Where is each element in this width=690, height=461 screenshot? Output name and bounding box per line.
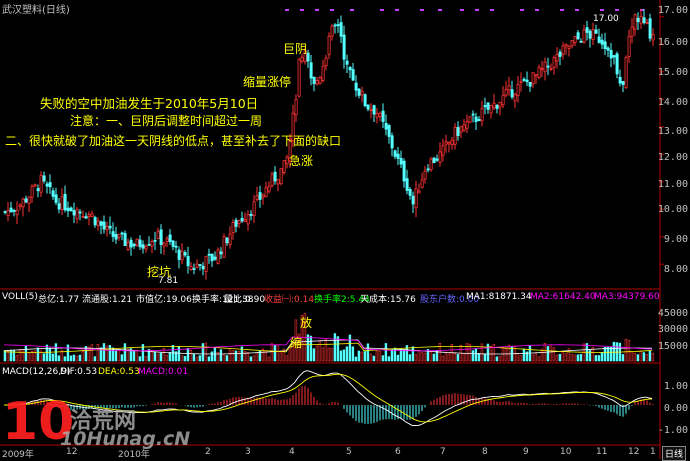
x-label-8: 8 — [482, 447, 488, 457]
macd-header: MACD(12,26,9) DIF:0.53 DEA:0.53 MACD:0.0… — [2, 367, 657, 379]
vol-ma1: MA1:81871.34 — [466, 292, 532, 302]
x-label-6: 6 — [395, 447, 401, 457]
macd-dif: DIF:0.53 — [60, 367, 98, 377]
vol-cost: 天成本:15.76 — [360, 295, 416, 305]
vol-ma2: MA2:61642.40 — [530, 292, 596, 302]
main-candle-chart — [0, 0, 664, 459]
watermark-url: 10Hunag.cN — [60, 428, 191, 450]
vol-tick-15000: 15000 — [657, 341, 688, 352]
y-tick-17: 17.00 — [657, 5, 688, 16]
vol-tick-45000: 45000 — [657, 308, 688, 319]
y-tick-12: 12.00 — [657, 152, 688, 163]
vol-mcap: 市值亿:19.06 — [136, 295, 192, 305]
note-title: 失败的空中加油发生于2010年5月10日 — [40, 96, 259, 111]
annot-dig-pit: 挖坑 — [147, 265, 172, 279]
vol-ma3: MA3:94379.60 — [594, 292, 660, 302]
x-label-1: 1 — [650, 447, 656, 457]
y-tick-13: 13.00 — [657, 126, 688, 137]
vol-label-shrink: 缩 — [290, 336, 303, 350]
y-tick-9: 9.00 — [663, 234, 688, 245]
x-label-3: 3 — [245, 447, 251, 457]
x-label-10: 10 — [560, 447, 572, 457]
x-label-7: 7 — [440, 447, 446, 457]
vol-indicator-name: VOLL(5) — [2, 292, 38, 302]
y-tick-14: 14.00 — [657, 97, 688, 108]
note-line-2: 二、很快就破了加油这一天阴线的低点，甚至补去了下面的缺口 — [5, 134, 342, 148]
macd-value: MACD:0.01 — [138, 367, 189, 377]
y-tick-15: 15.00 — [657, 67, 688, 78]
vol-ratio: 量比:0.90 — [224, 295, 266, 305]
vol-total: 总亿:1.77 — [38, 295, 80, 305]
macd-tick-0: 0.00 — [663, 403, 688, 414]
vol-float: 流通股:1.21 — [82, 295, 133, 305]
y-tick-16: 16.00 — [657, 37, 688, 48]
volume-header: VOLL(5) 总亿:1.77 流通股:1.21 市值亿:19.06 换手率:1… — [2, 292, 660, 305]
y-tick-11: 11.00 — [657, 179, 688, 190]
x-label-2: 2 — [205, 447, 211, 457]
annot-shrink-rise: 缩量涨停 — [243, 75, 292, 89]
macd-tick-1: 1.00 — [663, 381, 688, 392]
high-price-label: 17.00 — [593, 14, 619, 24]
x-label-11: 11 — [596, 447, 608, 457]
macd-tick-neg1: -1.00 — [657, 425, 688, 436]
y-tick-10: 10.00 — [657, 204, 688, 215]
vol-tick-30000: 30000 — [657, 324, 688, 335]
note-line-1: 注意：一、巨阴后调整时间超过一周 — [70, 114, 263, 128]
y-tick-8: 8.00 — [663, 264, 688, 275]
vol-yield: 收益㈠:0.14 — [264, 295, 315, 305]
vol-label-release: 放 — [300, 316, 313, 330]
x-label-12b: 12 — [628, 447, 640, 457]
x-label-9: 9 — [523, 447, 529, 457]
annot-big-bear: 巨阴 — [283, 42, 308, 56]
annot-surge: 急涨 — [289, 154, 314, 168]
macd-dea: DEA:0.53 — [98, 367, 140, 377]
x-label-5: 5 — [346, 447, 352, 457]
x-label-4: 4 — [289, 447, 295, 457]
